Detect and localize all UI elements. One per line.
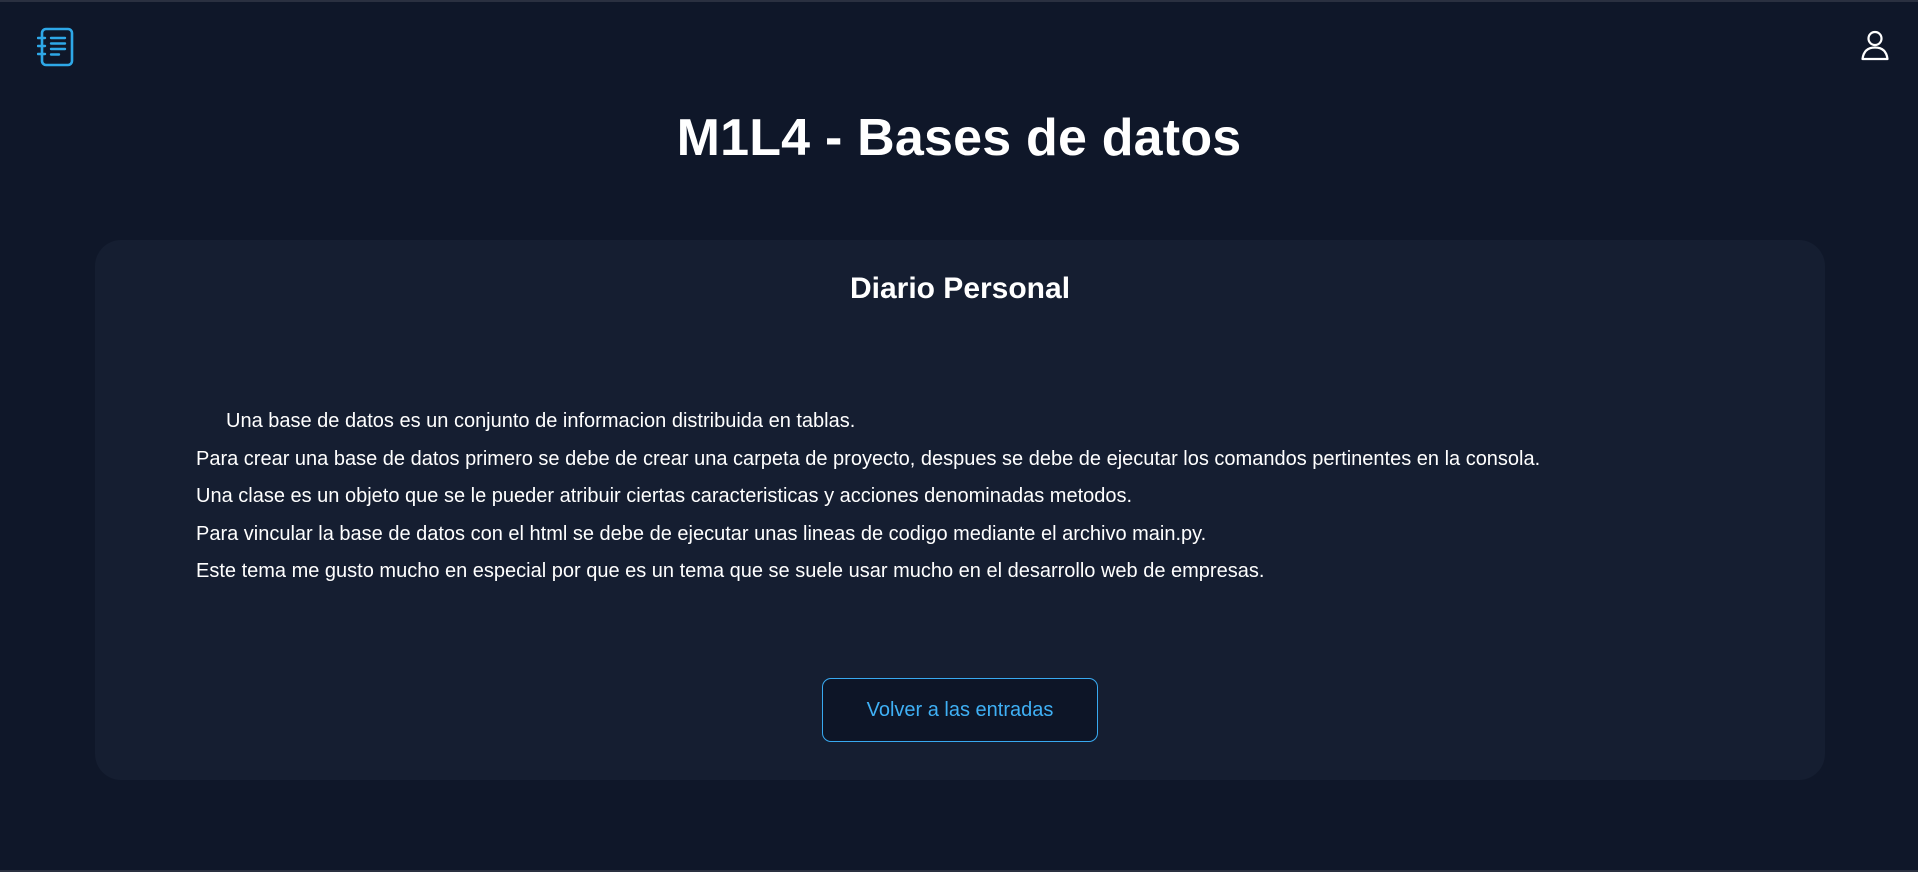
entry-paragraph: Una base de datos es un conjunto de info… [226,410,856,432]
entry-content: Una base de datos es un conjunto de info… [196,403,1756,591]
page-title: M1L4 - Bases de datos [676,109,1242,167]
entry-paragraph: Para vincular la base de datos con el ht… [196,522,1207,545]
entry-paragraph: Para crear una base de datos primero se … [196,447,1541,470]
card-title: Diario Personal [849,272,1071,305]
diary-entry-card: Diario Personal Una base de datos es un … [95,240,1825,780]
entry-paragraph: Este tema me gusto mucho en especial por… [196,560,1265,582]
back-to-entries-button[interactable]: Volver a las entradas [822,678,1098,742]
notebook-logo-icon[interactable] [36,27,75,67]
entry-paragraph: Una clase es un objeto que se le pueder … [196,485,1133,507]
user-profile-button[interactable] [1858,28,1892,62]
notebook-list-icon [36,27,74,67]
user-icon [1861,30,1889,61]
